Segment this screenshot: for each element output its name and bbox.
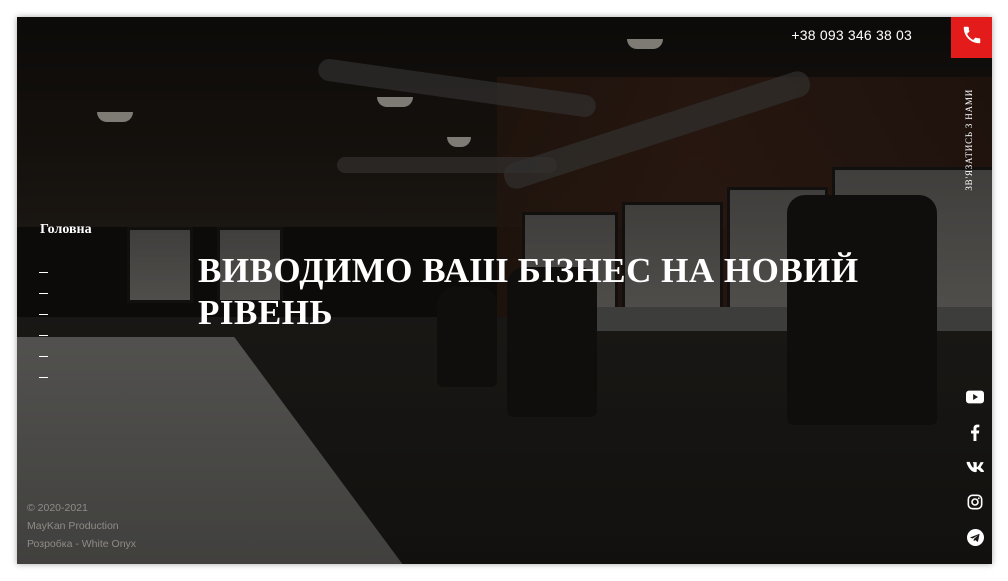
youtube-icon[interactable]: [966, 388, 984, 406]
telegram-icon[interactable]: [966, 528, 984, 546]
contact-us-link[interactable]: Зв'язатись з нами: [964, 89, 974, 191]
section-nav-dash[interactable]: [39, 356, 48, 357]
instagram-icon[interactable]: [966, 493, 984, 511]
section-nav: [39, 272, 48, 398]
section-nav-dash[interactable]: [39, 293, 48, 294]
phone-icon: [961, 24, 983, 51]
footer-copyright: © 2020-2021: [27, 502, 88, 514]
footer-developer[interactable]: Розробка - White Onyx: [27, 535, 136, 553]
section-nav-dash[interactable]: [39, 335, 48, 336]
facebook-icon[interactable]: [966, 423, 984, 441]
footer-company: MayKan Production: [27, 520, 119, 532]
call-button[interactable]: [951, 17, 992, 58]
footer: © 2020-2021 MayKan Production Розробка -…: [27, 499, 136, 553]
section-nav-dash[interactable]: [39, 272, 48, 273]
page-frame: +38 093 346 38 03 Зв'язатись з нами Голо…: [17, 17, 992, 564]
header-phone-number[interactable]: +38 093 346 38 03: [791, 27, 912, 43]
section-nav-dash[interactable]: [39, 377, 48, 378]
social-links: [966, 388, 984, 563]
nav-item-home[interactable]: Головна: [40, 222, 92, 238]
vk-icon[interactable]: [966, 458, 984, 476]
section-nav-dash[interactable]: [39, 314, 48, 315]
hero-headline: ВИВОДИМО ВАШ БІЗНЕС НА НОВИЙ РІВЕНЬ: [198, 251, 859, 332]
